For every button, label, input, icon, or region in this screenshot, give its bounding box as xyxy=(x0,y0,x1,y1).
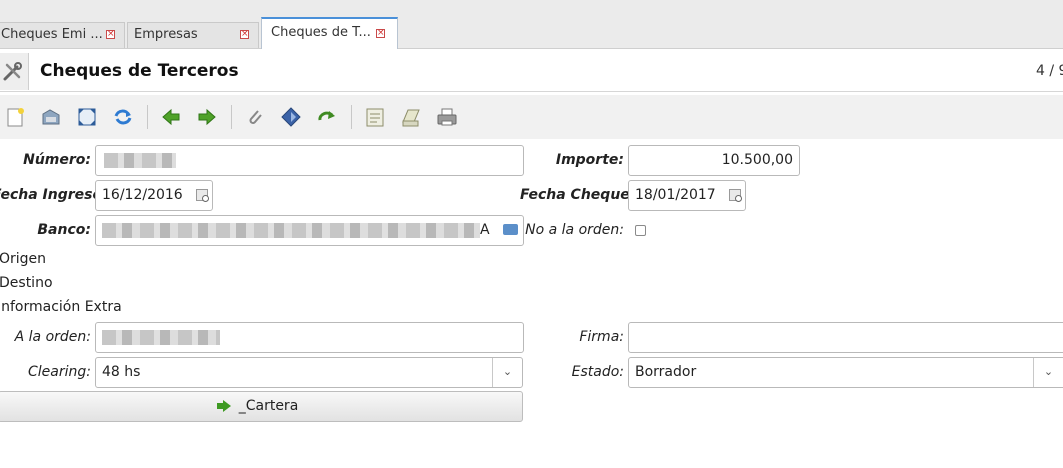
fecha-ingreso-field[interactable]: 16/12/2016 xyxy=(95,180,213,211)
close-tab-icon[interactable]: × xyxy=(376,29,385,38)
fecha-cheque-label: Fecha Cheque: xyxy=(520,187,636,203)
importe-field[interactable]: 10.500,00 xyxy=(628,145,800,176)
banco-label: Banco: xyxy=(37,222,91,238)
page-title: Cheques de Terceros xyxy=(40,61,239,81)
window-header: Cheques de Terceros 4 / 9 xyxy=(0,53,1063,92)
firma-label: Firma: xyxy=(579,329,624,345)
clearing-select[interactable]: 48 hs ⌄ xyxy=(95,357,523,388)
redacted-text xyxy=(102,329,220,345)
fecha-cheque-field[interactable]: 18/01/2017 xyxy=(628,180,746,211)
redacted-text xyxy=(102,222,480,238)
arrow-right-icon xyxy=(216,400,231,412)
chevron-down-icon[interactable]: ⌄ xyxy=(1033,358,1063,387)
save-icon[interactable] xyxy=(40,106,62,128)
tab-label: Cheques de T... xyxy=(271,25,371,40)
redo-icon[interactable] xyxy=(316,106,338,128)
a-la-orden-field[interactable] xyxy=(95,322,524,353)
clearing-label: Clearing: xyxy=(28,364,91,380)
record-counter: 4 / 9 xyxy=(1036,63,1063,79)
tab-bar: Cheques Emi ... × Empresas × Cheques de … xyxy=(0,0,1063,49)
attach-icon[interactable] xyxy=(244,106,266,128)
close-tab-icon[interactable]: × xyxy=(240,30,249,39)
tools-icon[interactable] xyxy=(0,53,29,90)
fecha-ingreso-label: Fecha Ingreso: xyxy=(0,187,108,203)
estado-select[interactable]: Borrador ⌄ xyxy=(628,357,1063,388)
zoom-icon[interactable] xyxy=(280,106,302,128)
print-icon[interactable] xyxy=(436,106,458,128)
report-icon[interactable] xyxy=(364,106,386,128)
no-a-la-orden-checkbox[interactable] xyxy=(635,225,646,236)
tab-cheques-terceros[interactable]: Cheques de T... × xyxy=(261,17,398,49)
tab-empresas[interactable]: Empresas × xyxy=(127,22,259,48)
toolbar-separator xyxy=(147,105,148,129)
estado-label: Estado: xyxy=(571,364,624,380)
section-origen[interactable]: Origen xyxy=(0,251,46,267)
no-a-la-orden-label: No a la orden: xyxy=(525,222,624,238)
toolbar-separator xyxy=(351,105,352,129)
importe-label: Importe: xyxy=(555,152,624,168)
section-destino[interactable]: Destino xyxy=(0,275,53,291)
toolbar-separator xyxy=(231,105,232,129)
previous-icon[interactable] xyxy=(160,106,182,128)
tab-label: Empresas xyxy=(134,27,198,42)
tab-cheques-emitidos[interactable]: Cheques Emi ... × xyxy=(0,22,125,48)
folder-icon[interactable] xyxy=(503,224,518,235)
print-preview-icon[interactable] xyxy=(400,106,422,128)
firma-field[interactable] xyxy=(628,322,1063,353)
banco-field[interactable]: A xyxy=(95,215,524,246)
refresh-icon[interactable] xyxy=(112,106,134,128)
close-tab-icon[interactable]: × xyxy=(106,30,115,39)
cartera-button[interactable]: _Cartera xyxy=(0,391,523,422)
calendar-icon[interactable] xyxy=(729,189,742,202)
calendar-icon[interactable] xyxy=(196,189,209,202)
chevron-down-icon[interactable]: ⌄ xyxy=(492,358,522,387)
numero-label: Número: xyxy=(23,152,91,168)
a-la-orden-label: A la orden: xyxy=(14,329,91,345)
section-informacion-extra[interactable]: Información Extra xyxy=(0,299,122,315)
next-icon[interactable] xyxy=(196,106,218,128)
expand-icon[interactable] xyxy=(76,106,98,128)
redacted-text xyxy=(104,152,176,168)
numero-field[interactable] xyxy=(95,145,524,176)
toolbar xyxy=(0,95,1063,139)
tab-label: Cheques Emi ... xyxy=(1,27,103,42)
new-icon[interactable] xyxy=(4,106,26,128)
cartera-button-label: _Cartera xyxy=(238,398,299,414)
